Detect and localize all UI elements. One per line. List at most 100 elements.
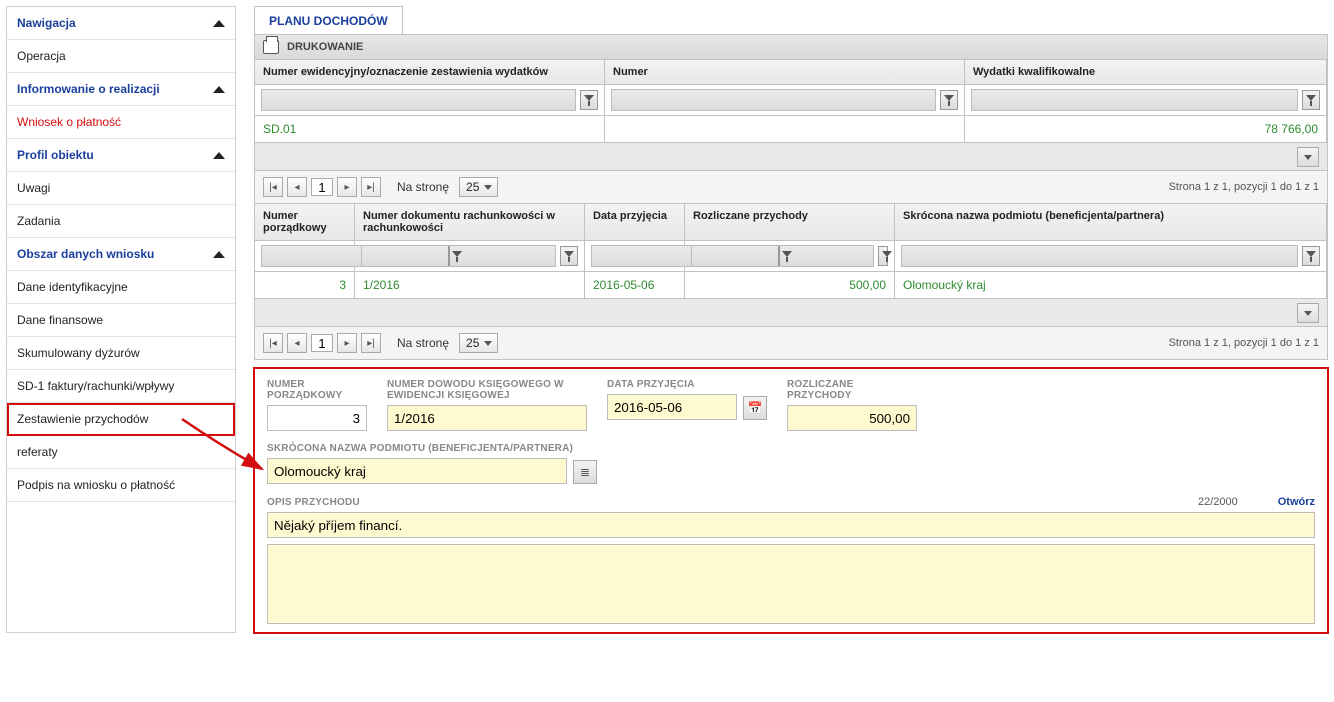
- input-numer-dowodu[interactable]: [387, 405, 587, 431]
- nav-profil-obiektu[interactable]: Profil obiektu: [7, 139, 235, 172]
- filter-icon[interactable]: [1302, 246, 1320, 266]
- dropdown-icon[interactable]: [1297, 303, 1319, 323]
- page-prev-icon[interactable]: ◂: [287, 177, 307, 197]
- filter-icon[interactable]: [940, 90, 958, 110]
- cell-sd: SD.01: [255, 116, 605, 142]
- main-area: PLANU DOCHODÓW DRUKOWANIE Numer ewidency…: [254, 6, 1328, 633]
- page-last-icon[interactable]: ▸|: [361, 333, 381, 353]
- page-input[interactable]: [311, 178, 333, 196]
- page-last-icon[interactable]: ▸|: [361, 177, 381, 197]
- form-panel: NUMER PORZĄDKOWY NUMER DOWODU KSIĘGOWEGO…: [254, 368, 1328, 633]
- calendar-icon[interactable]: 📅: [743, 396, 767, 420]
- grid-filter: [255, 84, 1327, 115]
- nav-podpis[interactable]: Podpis na wniosku o płatność: [7, 469, 235, 502]
- nav-uwagi[interactable]: Uwagi: [7, 172, 235, 205]
- print-icon[interactable]: [263, 40, 279, 54]
- per-page-label: Na stronę: [397, 336, 449, 350]
- open-link[interactable]: Otwórz: [1278, 496, 1315, 508]
- filter-input[interactable]: [611, 89, 936, 111]
- page-input[interactable]: [311, 334, 333, 352]
- filter-input[interactable]: [971, 89, 1298, 111]
- dropdown-icon[interactable]: [1297, 147, 1319, 167]
- input-opis[interactable]: [267, 512, 1315, 538]
- filter-icon[interactable]: [580, 90, 598, 110]
- chevron-up-icon: [213, 251, 225, 258]
- grid-przychody: Numer porządkowy Numer dokumentu rachunk…: [254, 203, 1328, 327]
- cell-c0: 3: [255, 272, 355, 298]
- cell-c4: Olomoucký kraj: [895, 272, 1327, 298]
- cell-numer: [605, 116, 965, 142]
- nav-label: Obszar danych wniosku: [17, 247, 154, 261]
- nav-referaty[interactable]: referaty: [7, 436, 235, 469]
- gh-c3[interactable]: Rozliczane przychody: [685, 204, 895, 240]
- input-skrocona-nazwa[interactable]: [267, 458, 567, 484]
- gh-c1[interactable]: Numer dokumentu rachunkowości w rachunko…: [355, 204, 585, 240]
- grid-head: Numer ewidencyjny/oznaczenie zestawienia…: [255, 60, 1327, 84]
- input-rozliczane[interactable]: [787, 405, 917, 431]
- list-icon[interactable]: ≣: [573, 460, 597, 484]
- nav-informowanie[interactable]: Informowanie o realizacji: [7, 73, 235, 106]
- page-first-icon[interactable]: |◂: [263, 177, 283, 197]
- nav-dane-fin[interactable]: Dane finansowe: [7, 304, 235, 337]
- pager-2: |◂ ◂ ▸ ▸| Na stronę 25 Strona 1 z 1, poz…: [254, 327, 1328, 360]
- chevron-up-icon: [213, 152, 225, 159]
- gh-numer[interactable]: Numer: [605, 60, 965, 84]
- filter-icon[interactable]: [778, 246, 780, 266]
- gh-c0[interactable]: Numer porządkowy: [255, 204, 355, 240]
- chevron-up-icon: [213, 20, 225, 27]
- gh-c2[interactable]: Data przyjęcia: [585, 204, 685, 240]
- tab-planu-dochodow[interactable]: PLANU DOCHODÓW: [254, 6, 403, 34]
- filter-icon[interactable]: [1302, 90, 1320, 110]
- nav-skum[interactable]: Skumulowany dyżurów: [7, 337, 235, 370]
- table-row[interactable]: SD.01 78 766,00: [255, 115, 1327, 142]
- nav-zadania[interactable]: Zadania: [7, 205, 235, 238]
- input-data-przyjecia[interactable]: [607, 394, 737, 420]
- label-numer-dowodu: NUMER DOWODU KSIĘGOWEGO W EWIDENCJI KSIĘ…: [387, 379, 587, 401]
- nav-operacja[interactable]: Operacja: [7, 40, 235, 73]
- grid-head: Numer porządkowy Numer dokumentu rachunk…: [255, 204, 1327, 240]
- grid-footer: [255, 142, 1327, 170]
- per-page-label: Na stronę: [397, 180, 449, 194]
- page-next-icon[interactable]: ▸: [337, 177, 357, 197]
- grid-footer: [255, 298, 1327, 326]
- nav-dane-id[interactable]: Dane identyfikacyjne: [7, 271, 235, 304]
- page-prev-icon[interactable]: ◂: [287, 333, 307, 353]
- toolbar: DRUKOWANIE: [254, 34, 1328, 60]
- filter-icon[interactable]: [448, 246, 450, 266]
- per-page-select[interactable]: 25: [459, 177, 498, 197]
- cell-c3: 500,00: [685, 272, 895, 298]
- nav-obszar-danych[interactable]: Obszar danych wniosku: [7, 238, 235, 271]
- table-row[interactable]: 3 1/2016 2016-05-06 500,00 Olomoucký kra…: [255, 271, 1327, 298]
- page-next-icon[interactable]: ▸: [337, 333, 357, 353]
- gh-numer-ewid[interactable]: Numer ewidencyjny/oznaczenie zestawienia…: [255, 60, 605, 84]
- grid-filter: [255, 240, 1327, 271]
- nav-wniosek[interactable]: Wniosek o płatność: [7, 106, 235, 139]
- filter-icon[interactable]: [878, 246, 888, 266]
- filter-icon[interactable]: [560, 246, 578, 266]
- sidebar: Nawigacja Operacja Informowanie o realiz…: [6, 6, 236, 633]
- pager-info: Strona 1 z 1, pozycji 1 do 1 z 1: [1169, 181, 1319, 193]
- gh-c4[interactable]: Skrócona nazwa podmiotu (beneficjenta/pa…: [895, 204, 1327, 240]
- label-skrocona-nazwa: SKRÓCONA NAZWA PODMIOTU (BENEFICJENTA/PA…: [267, 443, 607, 454]
- nav-sd1[interactable]: SD-1 faktury/rachunki/wpływy: [7, 370, 235, 403]
- page-first-icon[interactable]: |◂: [263, 333, 283, 353]
- nav-label: Profil obiektu: [17, 148, 94, 162]
- grid-zestawienia: Numer ewidencyjny/oznaczenie zestawienia…: [254, 59, 1328, 171]
- label-rozliczane: ROZLICZANE PRZYCHODY: [787, 379, 917, 401]
- filter-input[interactable]: [901, 245, 1298, 267]
- label-data-przyjecia: DATA PRZYJĘCIA: [607, 379, 767, 390]
- cell-wydatki: 78 766,00: [965, 116, 1327, 142]
- pager-1: |◂ ◂ ▸ ▸| Na stronę 25 Strona 1 z 1, poz…: [254, 171, 1328, 204]
- nav-zestawienie[interactable]: Zestawienie przychodów: [7, 403, 235, 436]
- char-count: 22/2000: [1198, 496, 1238, 508]
- opis-textarea[interactable]: [267, 544, 1315, 624]
- per-page-select[interactable]: 25: [459, 333, 498, 353]
- nav-label: Nawigacja: [17, 16, 76, 30]
- nav-nawigacja[interactable]: Nawigacja: [7, 7, 235, 40]
- label-numer-porz: NUMER PORZĄDKOWY: [267, 379, 367, 401]
- filter-input[interactable]: [261, 89, 576, 111]
- toolbar-print-label[interactable]: DRUKOWANIE: [287, 41, 363, 53]
- gh-wydatki[interactable]: Wydatki kwalifikowalne: [965, 60, 1327, 84]
- input-numer-porz[interactable]: [267, 405, 367, 431]
- nav-label: Informowanie o realizacji: [17, 82, 160, 96]
